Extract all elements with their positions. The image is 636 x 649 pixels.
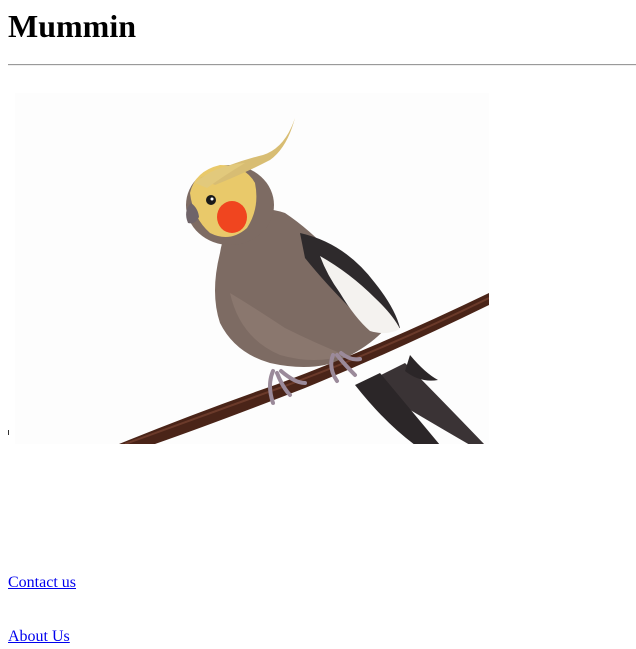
about-us-link[interactable]: About Us <box>8 628 70 646</box>
contact-us-link[interactable]: Contact us <box>8 574 76 592</box>
broken-image-mark <box>8 430 9 435</box>
horizontal-rule <box>8 64 636 66</box>
page-title: Mummin <box>8 8 136 44</box>
cockatiel-photo <box>15 93 489 444</box>
